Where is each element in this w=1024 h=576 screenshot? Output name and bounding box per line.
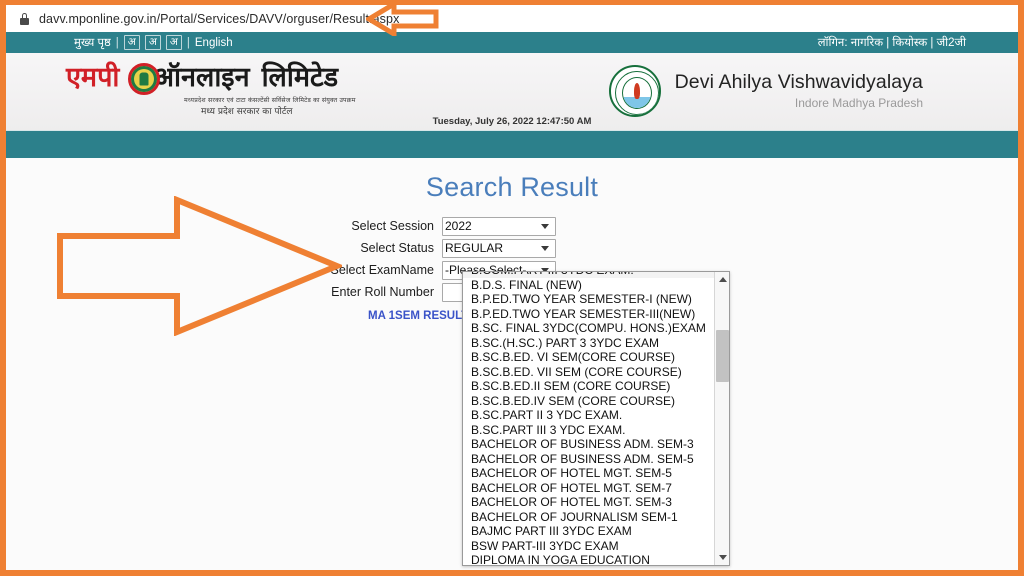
scrollbar-thumb[interactable] bbox=[716, 330, 729, 382]
ma-1sem-result-link[interactable]: MA 1SEM RESULT ( bbox=[368, 310, 475, 322]
select-status[interactable]: REGULAR bbox=[442, 238, 556, 258]
label-enter-roll-number: Enter Roll Number bbox=[331, 285, 434, 299]
dropdown-option[interactable]: B.SC.B.ED.II SEM (CORE COURSE) bbox=[463, 379, 715, 394]
font-size-medium-button[interactable]: अ bbox=[144, 35, 161, 50]
dropdown-option[interactable]: B.SC.B.ED.IV SEM (CORE COURSE) bbox=[463, 394, 715, 409]
font-size-large-button[interactable]: अ bbox=[165, 35, 182, 50]
nav-separator-1: | bbox=[115, 36, 119, 49]
page-root: davv.mponline.gov.in/Portal/Services/DAV… bbox=[0, 0, 1024, 576]
university-location: Indore Madhya Pradesh bbox=[794, 95, 923, 110]
scroll-up-arrow-icon[interactable] bbox=[715, 272, 729, 287]
lock-icon bbox=[20, 12, 29, 25]
mponline-word-mp: एमपी bbox=[66, 62, 120, 93]
topnav-left-group: मुख्य पृष्ठ | अ अ अ | English bbox=[74, 32, 233, 53]
border-right bbox=[1018, 0, 1024, 576]
topnav-login-group[interactable]: लॉगिन: नागरिक | कियोस्क | जी2जी bbox=[818, 32, 966, 53]
dropdown-option[interactable]: BSW PART-III 3YDC EXAM bbox=[463, 539, 715, 554]
university-name: Devi Ahilya Vishwavidyalaya bbox=[674, 71, 923, 94]
dropdown-option[interactable]: BACHELOR OF BUSINESS ADM. SEM-3 bbox=[463, 437, 715, 452]
login-links-text: लॉगिन: नागरिक | कियोस्क | जी2जी bbox=[817, 37, 966, 49]
dropdown-option[interactable]: BACHELOR OF HOTEL MGT. SEM-5 bbox=[463, 466, 715, 481]
university-seal-icon bbox=[608, 65, 661, 117]
select-session[interactable]: 2022 bbox=[442, 216, 556, 236]
border-left bbox=[0, 0, 6, 576]
font-size-small-button[interactable]: अ bbox=[123, 35, 140, 50]
dropdown-option[interactable]: DIPLOMA IN YOGA EDUCATION bbox=[463, 553, 715, 565]
mponline-wordmark: एमपी ऑनलाइन लिमिटेड bbox=[66, 61, 338, 95]
browser-url-bar[interactable]: davv.mponline.gov.in/Portal/Services/DAV… bbox=[6, 5, 1018, 32]
dropdown-option[interactable]: B.D.S. FINAL (NEW) bbox=[463, 278, 715, 293]
label-select-exam-name: Select ExamName bbox=[330, 263, 434, 277]
url-text: davv.mponline.gov.in/Portal/Services/DAV… bbox=[39, 11, 400, 26]
dropdown-options: B.COM.PART III 3YDC EXAM.B.D.S. FINAL (N… bbox=[463, 272, 715, 565]
dropdown-option[interactable]: B.P.ED.TWO YEAR SEMESTER-I (NEW) bbox=[463, 292, 715, 307]
label-select-session: Select Session bbox=[351, 219, 434, 233]
site-header: एमपी ऑनलाइन लिमिटेड मध्यप्रदेश सरकार एवं ट… bbox=[6, 53, 1018, 130]
nav-home-link[interactable]: मुख्य पृष्ठ bbox=[74, 35, 111, 50]
current-datetime: Tuesday, July 26, 2022 12:47:50 AM bbox=[432, 116, 592, 127]
mponline-word-limited: लिमिटेड bbox=[261, 62, 339, 93]
exam-name-dropdown-list[interactable]: B.COM.PART III 3YDC EXAM.B.D.S. FINAL (N… bbox=[462, 271, 730, 566]
border-top bbox=[0, 0, 1024, 5]
top-navigation-bar: मुख्य पृष्ठ | अ अ अ | English लॉगिन: नाग… bbox=[6, 32, 1018, 53]
mponline-tagline-1: मध्यप्रदेश सरकार एवं टाटा कंसल्टेंसी सर्… bbox=[184, 97, 356, 104]
dropdown-scrollbar[interactable] bbox=[714, 272, 729, 565]
dropdown-option[interactable]: B.SC.B.ED. VI SEM(CORE COURSE) bbox=[463, 350, 715, 365]
dropdown-option[interactable]: B.SC.B.ED. VII SEM (CORE COURSE) bbox=[463, 365, 715, 380]
dropdown-option[interactable]: BACHELOR OF BUSINESS ADM. SEM-5 bbox=[463, 452, 715, 467]
dropdown-option[interactable]: B.SC.PART III 3 YDC EXAM. bbox=[463, 423, 715, 438]
nav-separator-2: | bbox=[186, 36, 190, 49]
label-select-status: Select Status bbox=[360, 241, 434, 255]
dropdown-option[interactable]: BAJMC PART III 3YDC EXAM bbox=[463, 524, 715, 539]
dropdown-option[interactable]: BACHELOR OF JOURNALISM SEM-1 bbox=[463, 510, 715, 525]
secondary-menu-bar bbox=[6, 130, 1018, 158]
dropdown-option[interactable]: BACHELOR OF HOTEL MGT. SEM-3 bbox=[463, 495, 715, 510]
mponline-logo[interactable]: एमपी ऑनलाइन लिमिटेड मध्यप्रदेश सरकार एवं ट… bbox=[66, 61, 406, 119]
mponline-seal-icon bbox=[128, 63, 160, 95]
nav-english-link[interactable]: English bbox=[195, 37, 233, 49]
university-branding: Devi Ahilya Vishwavidyalaya Indore Madhy… bbox=[608, 61, 923, 121]
form-row-session: Select Session 2022 bbox=[6, 216, 1018, 236]
border-bottom bbox=[0, 570, 1024, 576]
form-row-status: Select Status REGULAR bbox=[6, 238, 1018, 258]
scroll-down-arrow-icon[interactable] bbox=[715, 550, 729, 565]
dropdown-option[interactable]: B.SC.(H.SC.) PART 3 3YDC EXAM bbox=[463, 336, 715, 351]
dropdown-option[interactable]: BACHELOR OF HOTEL MGT. SEM-7 bbox=[463, 481, 715, 496]
dropdown-option[interactable]: B.SC. FINAL 3YDC(COMPU. HONS.)EXAM bbox=[463, 321, 715, 336]
dropdown-option[interactable]: B.SC.PART II 3 YDC EXAM. bbox=[463, 408, 715, 423]
dropdown-option[interactable]: B.P.ED.TWO YEAR SEMESTER-III(NEW) bbox=[463, 307, 715, 322]
page-title: Search Result bbox=[425, 172, 599, 202]
